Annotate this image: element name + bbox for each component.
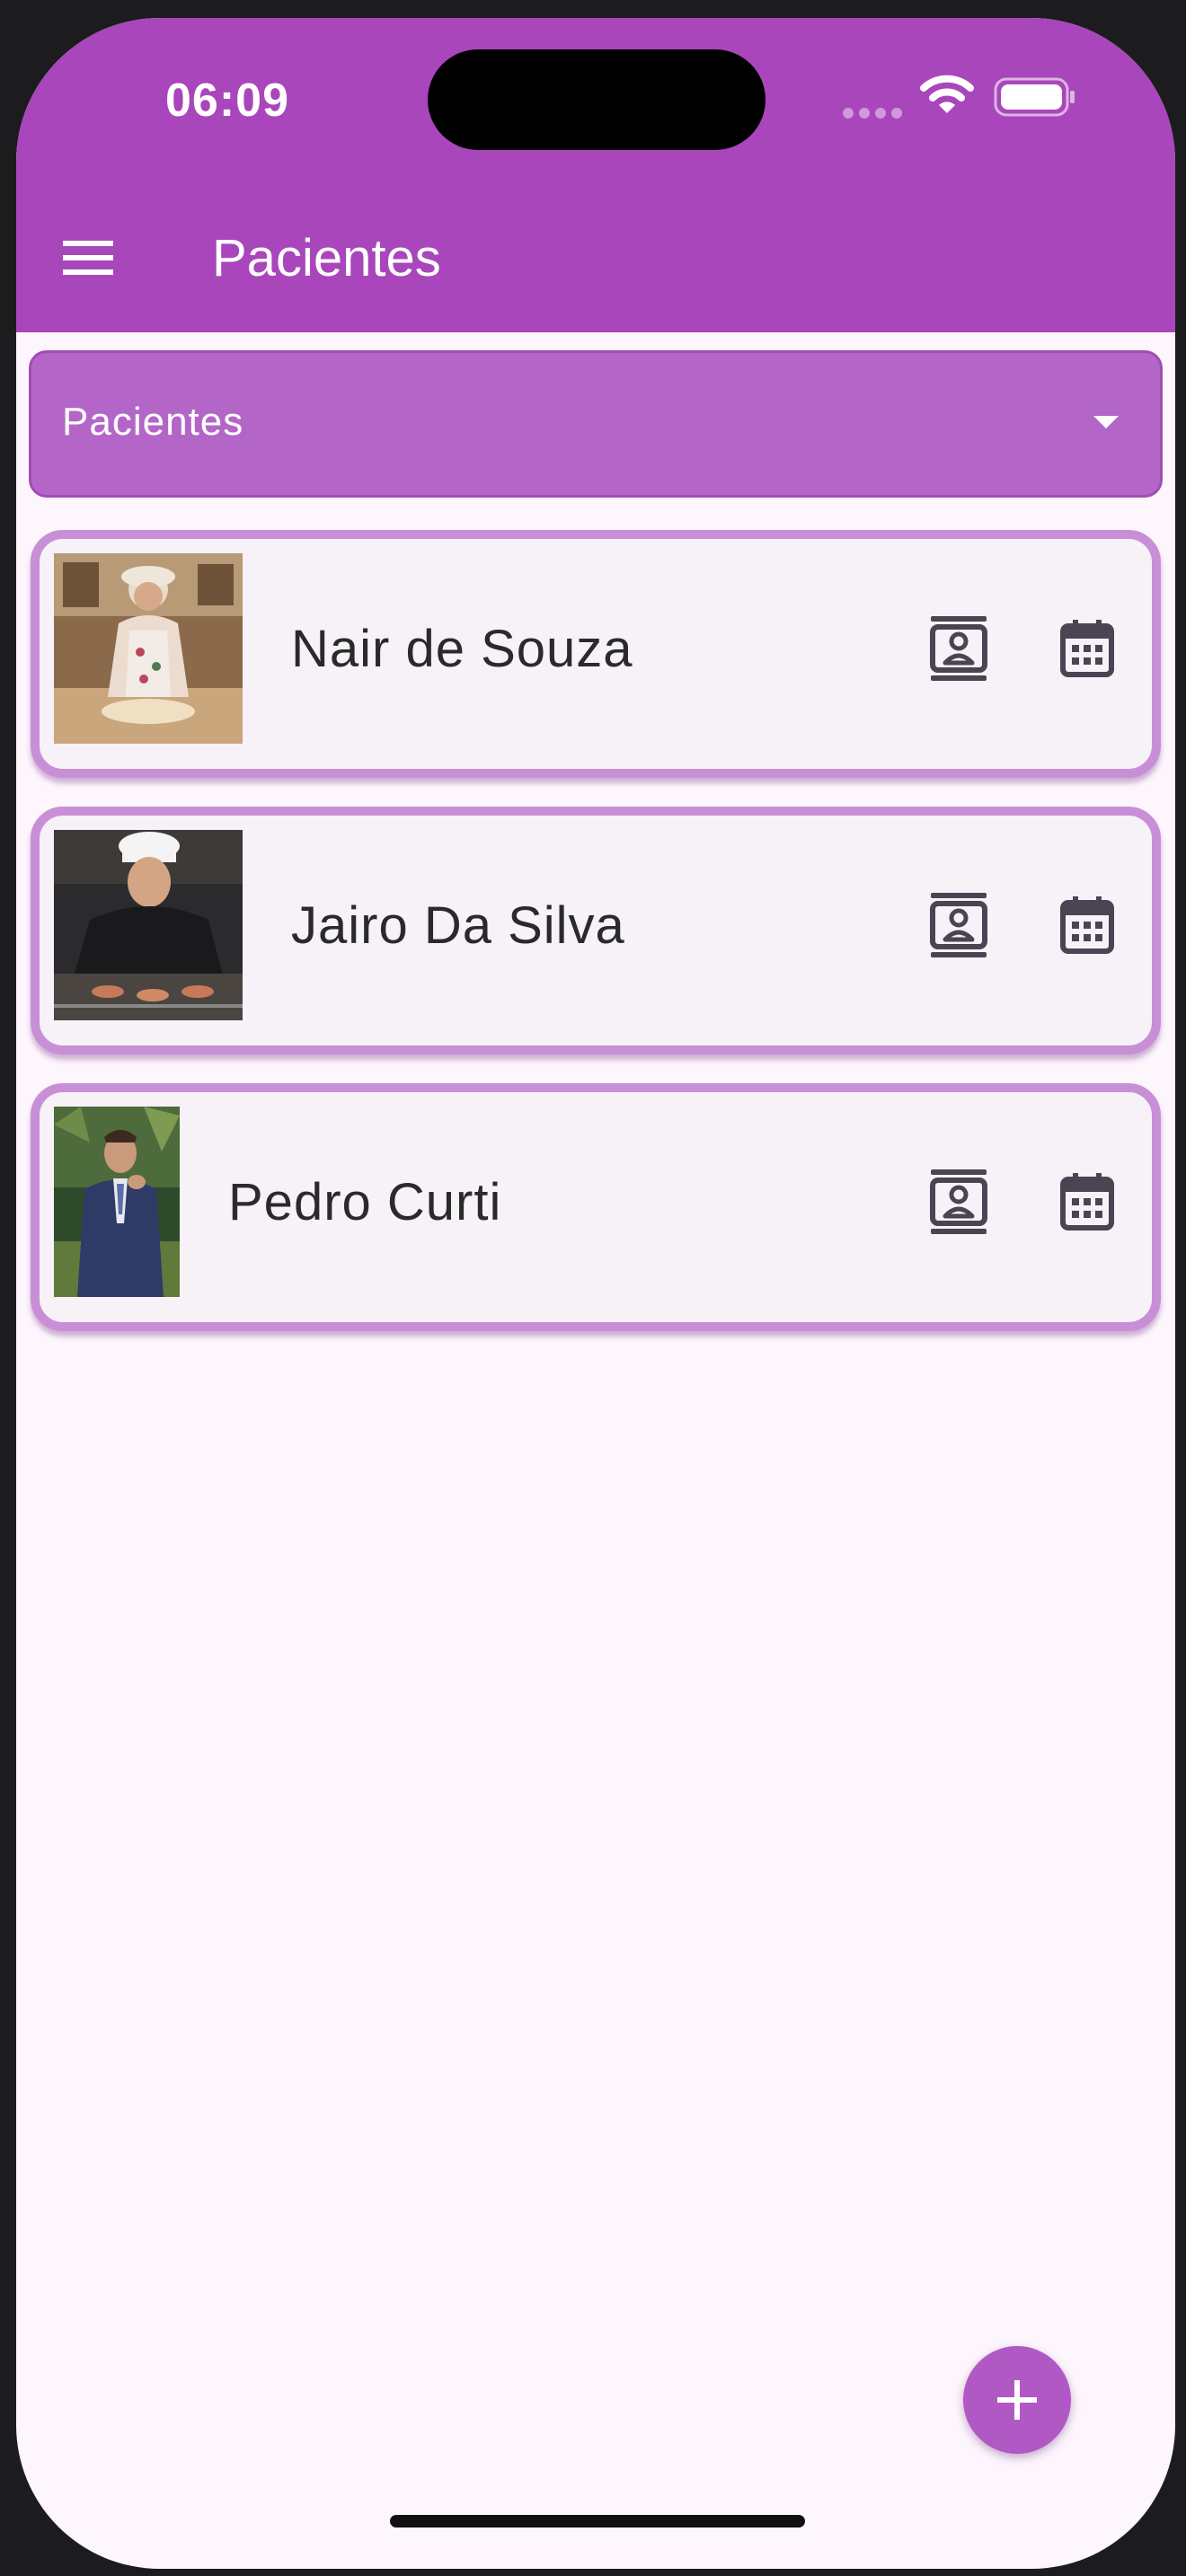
patient-photo [54, 830, 243, 1020]
contact-card-icon[interactable] [927, 614, 990, 683]
calendar-icon[interactable] [1060, 1173, 1114, 1231]
add-patient-button[interactable] [963, 2346, 1071, 2454]
calendar-icon[interactable] [1060, 620, 1114, 677]
dropdown-selected-value: Pacientes [62, 400, 244, 444]
patient-name: Pedro Curti [228, 1173, 502, 1231]
patients-filter-dropdown[interactable]: Pacientes [29, 350, 1163, 498]
home-indicator[interactable] [390, 2515, 805, 2527]
page-title: Pacientes [212, 229, 441, 287]
app-screen: 06:09 Pacientes Pacientes Nair de Souza … [16, 18, 1175, 2569]
plus-icon [997, 2380, 1037, 2420]
dynamic-island [428, 49, 766, 150]
contact-card-icon[interactable] [927, 891, 990, 959]
phone-frame: 06:09 Pacientes Pacientes Nair de Souza … [0, 0, 1186, 2576]
patient-photo [54, 553, 243, 744]
cellular-signal-icon [843, 108, 902, 119]
patient-card[interactable]: Jairo Da Silva [31, 807, 1161, 1054]
dropdown-arrow-icon [1093, 416, 1119, 428]
patient-name: Nair de Souza [291, 620, 633, 678]
wifi-icon [920, 75, 974, 113]
battery-icon [994, 77, 1075, 117]
patient-card[interactable]: Nair de Souza [31, 530, 1161, 778]
patient-card[interactable]: Pedro Curti [31, 1083, 1161, 1331]
app-bar: 06:09 Pacientes [16, 18, 1175, 332]
calendar-icon[interactable] [1060, 896, 1114, 954]
hamburger-menu-icon[interactable] [61, 235, 117, 280]
patient-photo [54, 1107, 180, 1297]
status-time: 06:09 [165, 75, 289, 127]
patient-name: Jairo Da Silva [291, 896, 625, 955]
contact-card-icon[interactable] [927, 1168, 990, 1236]
